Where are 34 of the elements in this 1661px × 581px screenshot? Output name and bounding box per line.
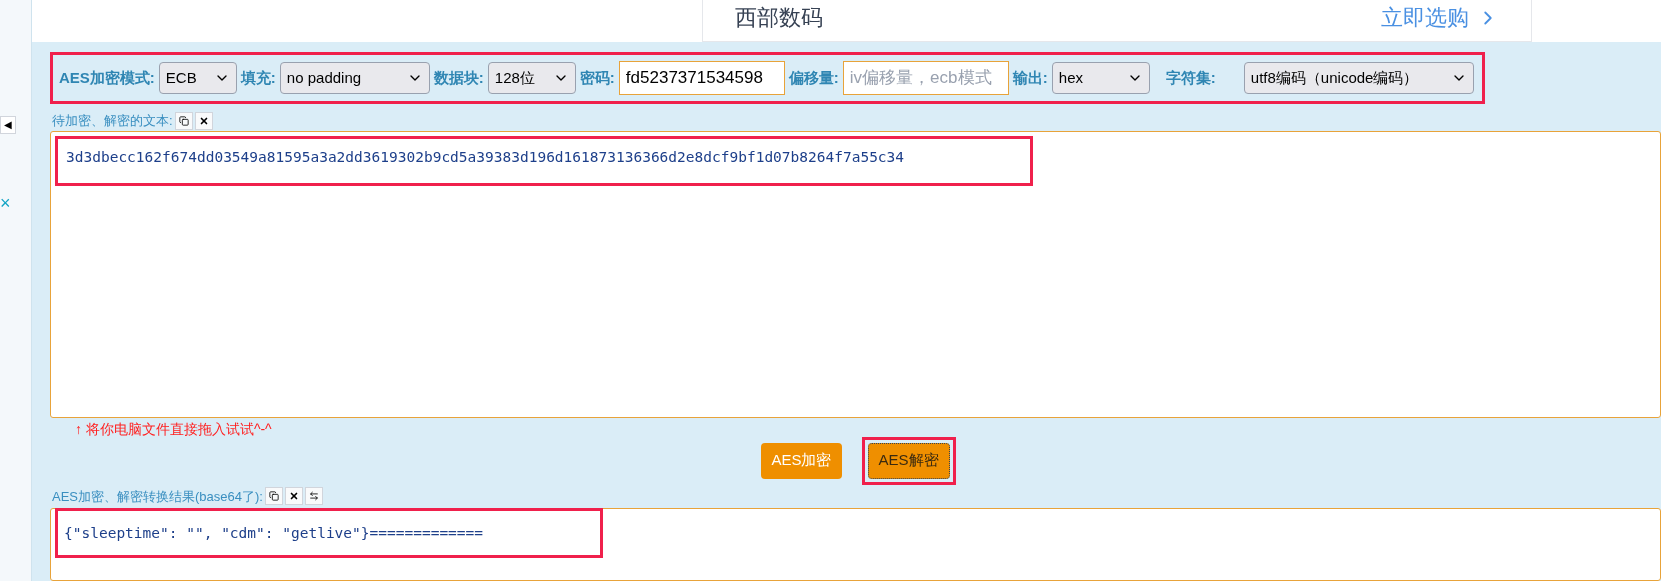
setting-label: 填充:	[240, 67, 276, 88]
result-text: {"sleeptime": "", "cdm": "getlive"}=============	[64, 525, 484, 541]
select-field[interactable]: hex	[1051, 62, 1150, 94]
input-text: 3d3dbecc162f674dd03549a81595a3a2dd3619302b9cd5a39383d196d161873136366d2e8dcf9bf1d07b8264f7a55c34	[66, 148, 905, 165]
copy-button[interactable]	[264, 487, 283, 506]
setting-label: AES加密模式:	[59, 67, 155, 88]
select-field[interactable]: ECB	[158, 62, 237, 94]
drag-hint: ↑ 将你电脑文件直接拖入试试^-^	[75, 419, 272, 439]
setting-label: 输出:	[1012, 67, 1048, 88]
clear-button[interactable]	[284, 487, 303, 506]
setting-label: 字符集:	[1165, 67, 1216, 88]
collapse-button[interactable]: ◀	[0, 116, 16, 134]
close-icon	[288, 491, 299, 502]
select-field[interactable]: utf8编码（unicode编码）	[1243, 62, 1474, 94]
result-label: AES加密、解密转换结果(base64了):	[52, 487, 263, 506]
text-input[interactable]: iv偏移量，ecb模式	[842, 61, 1009, 95]
copy-button[interactable]	[174, 111, 193, 130]
copy-icon	[178, 115, 189, 126]
setting-label: 偏移量:	[788, 67, 839, 88]
swap-icon	[308, 491, 319, 502]
clear-button[interactable]	[194, 111, 213, 130]
close-icon	[198, 115, 209, 126]
copy-icon	[268, 491, 279, 502]
text-input[interactable]: fd5237371534598	[618, 61, 785, 95]
setting-label: 密码:	[579, 67, 615, 88]
input-textarea[interactable]: 3d3dbecc162f674dd03549a81595a3a2dd3619302b9cd5a39383d196d161873136366d2e8dcf9bf1d07b8264f7a55c34	[50, 130, 1661, 418]
aes-button[interactable]: AES解密	[867, 442, 950, 479]
result-textarea[interactable]: {"sleeptime": "", "cdm": "getlive"}=============	[50, 508, 1661, 581]
select-field[interactable]: 128位	[487, 62, 576, 94]
select-field[interactable]: no padding	[279, 62, 430, 94]
input-label: 待加密、解密的文本:	[52, 112, 173, 130]
swap-button[interactable]	[304, 487, 323, 506]
setting-label: 数据块:	[433, 67, 484, 88]
ad-title: 西部数码	[735, 7, 823, 29]
